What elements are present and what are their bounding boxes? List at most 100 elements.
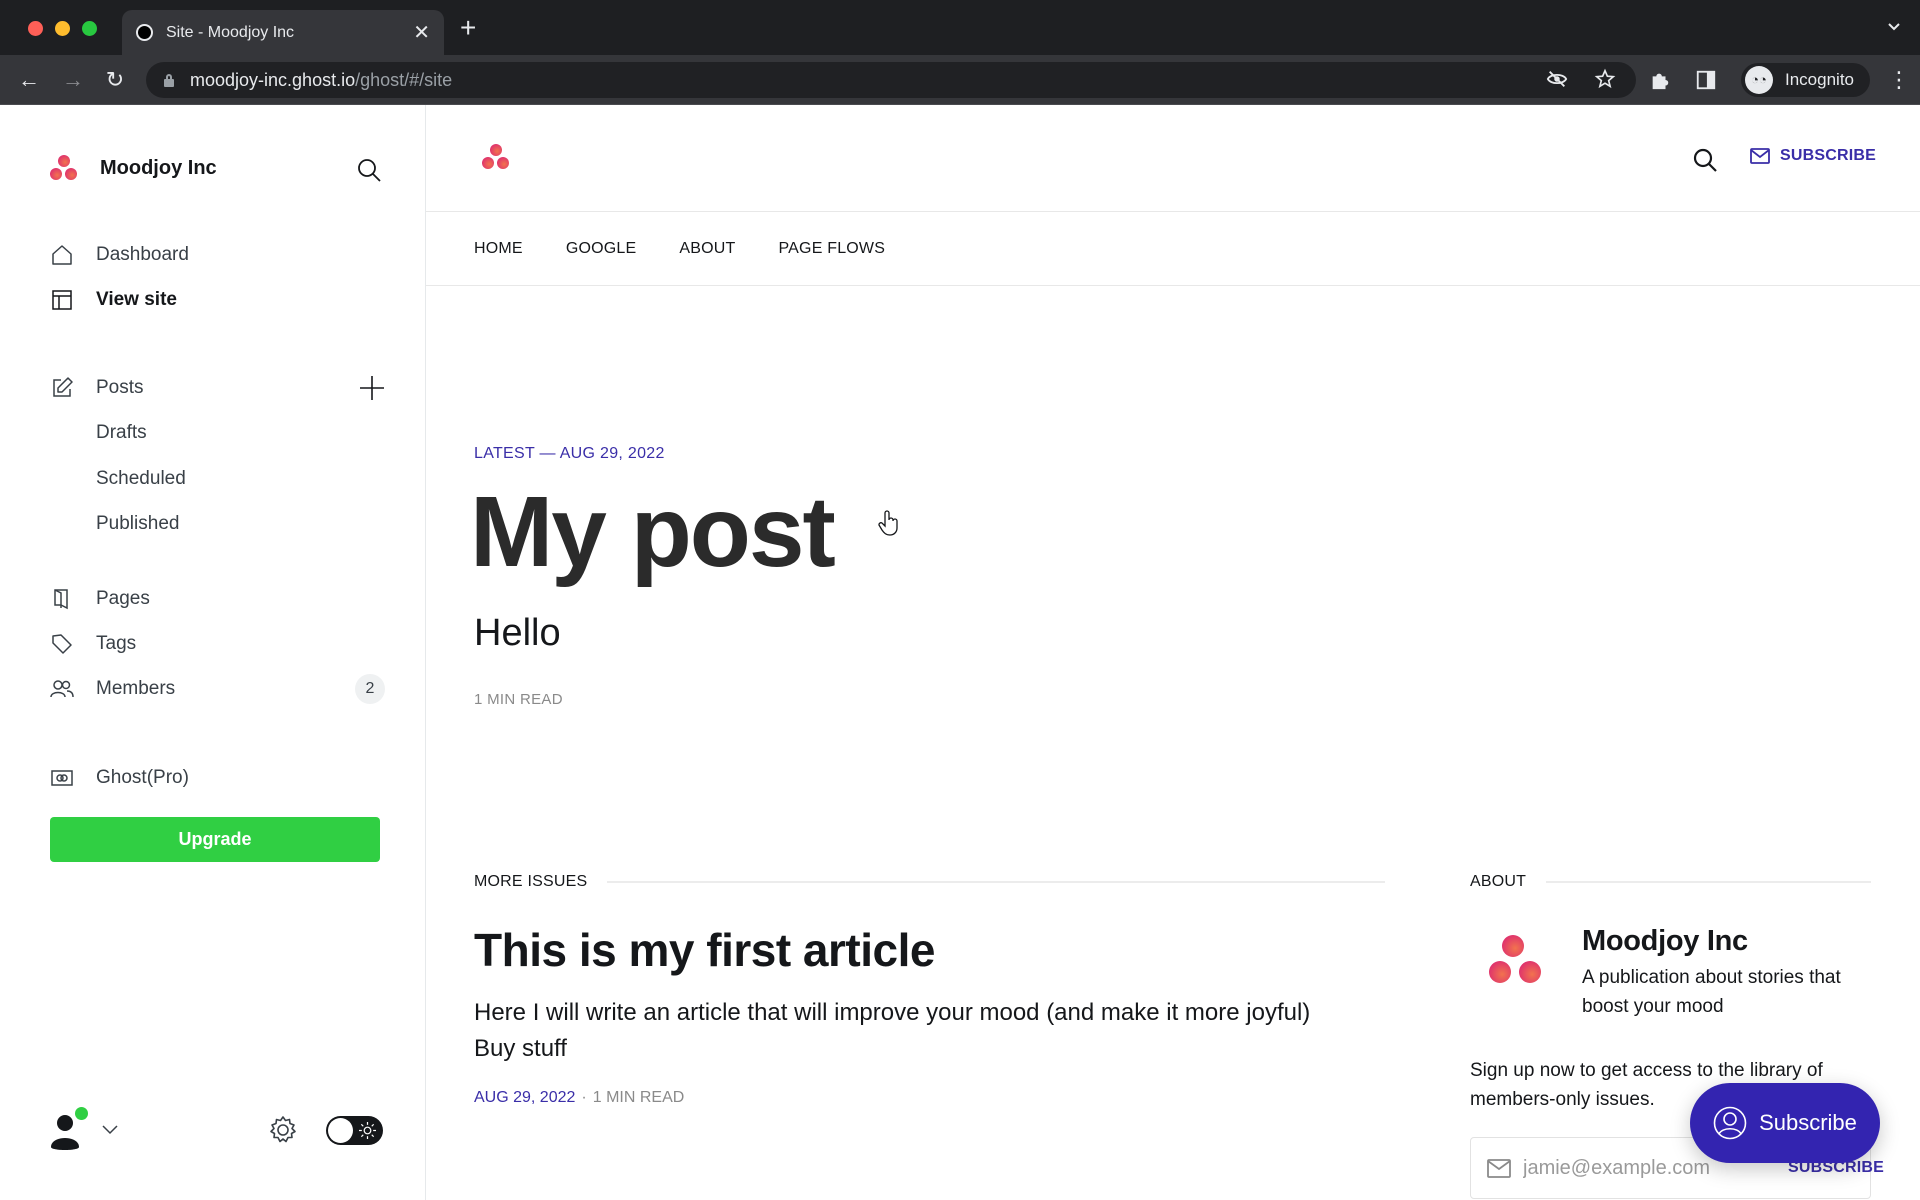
latest-post-read-time: 1 MIN READ [474,691,563,708]
divider [1546,881,1871,883]
sidebar-item-label: Ghost(Pro) [96,767,189,788]
mail-icon [1487,1158,1511,1178]
edit-icon [50,376,74,400]
sidebar-item-label: View site [96,289,177,310]
sidebar-item-label: Tags [96,633,137,654]
maximize-window-button[interactable] [82,21,97,36]
url-host: moodjoy-inc.ghost.io [190,69,356,90]
search-icon[interactable] [356,157,382,183]
sidebar-item-label: Members [96,678,176,699]
sidebar-item-label: Pages [96,588,150,609]
article-read-time: 1 MIN READ [592,1089,685,1106]
online-status-dot [75,1107,88,1120]
user-menu[interactable] [42,1107,118,1153]
article-meta: AUG 29, 2022 · 1 MIN READ [474,1089,684,1107]
forward-arrow-icon[interactable]: → [60,67,86,93]
article-title[interactable]: This is my first article [474,923,935,977]
upgrade-button[interactable]: Upgrade [50,817,380,862]
article-excerpt: Here I will write an article that will i… [474,995,1374,1067]
site-preview: SUBSCRIBE HOME GOOGLE ABOUT PAGE FLOWS L… [426,105,1920,1200]
about-heading: ABOUT [1470,873,1871,891]
browser-toolbar: ← → ↻ moodjoy-inc.ghost.io/ghost/#/site … [0,55,1920,105]
site-title: Moodjoy Inc [100,156,217,179]
dark-mode-toggle[interactable] [326,1116,383,1145]
sidebar-item-label: Posts [96,377,144,398]
incognito-profile-button[interactable]: ◔◔ Incognito [1741,63,1870,97]
nav-link-home[interactable]: HOME [474,240,523,258]
site-logo-icon[interactable] [482,144,510,170]
browser-tab-strip: Site - Moodjoy Inc ✕ + [0,0,1920,55]
sidebar-item-published[interactable]: Published [50,506,385,542]
sidebar-item-dashboard[interactable]: Dashboard [50,237,385,273]
url-path: /ghost/#/site [355,69,453,90]
header-subscribe-button[interactable]: SUBSCRIBE [1750,147,1876,165]
latest-post-title[interactable]: My post [470,477,836,587]
nav-link-about[interactable]: ABOUT [679,240,735,258]
minimize-window-button[interactable] [55,21,70,36]
tab-search-chevron-icon[interactable] [1888,20,1900,32]
sidebar-item-view-site[interactable]: View site [50,282,385,318]
search-icon[interactable] [1692,147,1718,173]
nav-link-google[interactable]: GOOGLE [566,240,637,258]
layout-icon [50,288,74,312]
tab-title: Site - Moodjoy Inc [166,23,295,41]
browser-menu-icon[interactable]: ⋮ [1888,67,1910,93]
article-excerpt-line: Buy stuff [474,1035,567,1062]
ghost-pro-icon [50,766,74,790]
sidebar-item-pages[interactable]: Pages [50,581,385,617]
portal-subscribe-label: Subscribe [1759,1110,1857,1135]
about-description: A publication about stories that boost y… [1582,967,1841,1017]
sun-icon [359,1122,376,1139]
about-site-name: Moodjoy Inc [1582,925,1748,957]
sidebar-item-posts[interactable]: Posts [50,370,385,406]
admin-sidebar: Moodjoy Inc Dashboard View site Posts Dr… [0,105,426,1200]
chevron-down-icon [102,1125,118,1135]
extensions-puzzle-icon[interactable] [1649,69,1671,91]
sidebar-item-scheduled[interactable]: Scheduled [50,461,385,497]
bookmark-star-icon[interactable] [1594,68,1616,90]
more-issues-heading: MORE ISSUES [474,873,1385,891]
eye-off-icon[interactable] [1546,68,1568,90]
sidebar-item-tags[interactable]: Tags [50,626,385,662]
mail-icon [1750,148,1770,164]
sidebar-item-label: Scheduled [96,468,186,489]
site-header: SUBSCRIBE [426,105,1920,212]
site-navigation: HOME GOOGLE ABOUT PAGE FLOWS [426,212,1920,286]
meta-separator: · [581,1089,587,1106]
nav-link-page-flows[interactable]: PAGE FLOWS [779,240,886,258]
about-label: ABOUT [1470,873,1527,890]
members-count-badge: 2 [355,674,385,704]
sidebar-item-label: Drafts [96,422,147,443]
tag-icon [50,632,74,656]
sidebar-item-members[interactable]: Members 2 [50,671,385,707]
browser-tab[interactable]: Site - Moodjoy Inc ✕ [122,10,444,55]
incognito-label: Incognito [1785,70,1854,89]
brand: Moodjoy Inc [50,155,217,181]
pages-icon [50,587,74,611]
close-window-button[interactable] [28,21,43,36]
article-date: AUG 29, 2022 [474,1089,576,1106]
home-icon [50,243,74,267]
new-post-plus-icon[interactable] [359,375,385,401]
side-panel-icon[interactable] [1695,69,1717,91]
members-icon [50,677,74,701]
tab-favicon-icon [136,24,153,41]
tab-close-icon[interactable]: ✕ [413,20,430,45]
latest-post-excerpt: Hello [474,612,561,654]
toggle-knob [328,1118,353,1143]
about-logo-icon [1486,935,1542,987]
address-bar[interactable]: moodjoy-inc.ghost.io/ghost/#/site [146,62,1636,98]
sidebar-item-drafts[interactable]: Drafts [50,415,385,451]
portal-subscribe-button[interactable]: Subscribe [1690,1083,1880,1163]
sidebar-item-ghost-pro[interactable]: Ghost(Pro) [50,760,385,796]
sidebar-item-label: Dashboard [96,244,189,265]
gear-icon[interactable] [268,1115,298,1145]
lock-icon [164,74,174,87]
header-subscribe-label: SUBSCRIBE [1780,147,1877,164]
more-issues-label: MORE ISSUES [474,873,588,890]
user-circle-icon [1713,1106,1747,1140]
back-arrow-icon[interactable]: ← [16,67,42,93]
reload-icon[interactable]: ↻ [102,67,128,93]
new-tab-button[interactable]: + [460,14,476,42]
site-logo-icon [50,155,78,181]
